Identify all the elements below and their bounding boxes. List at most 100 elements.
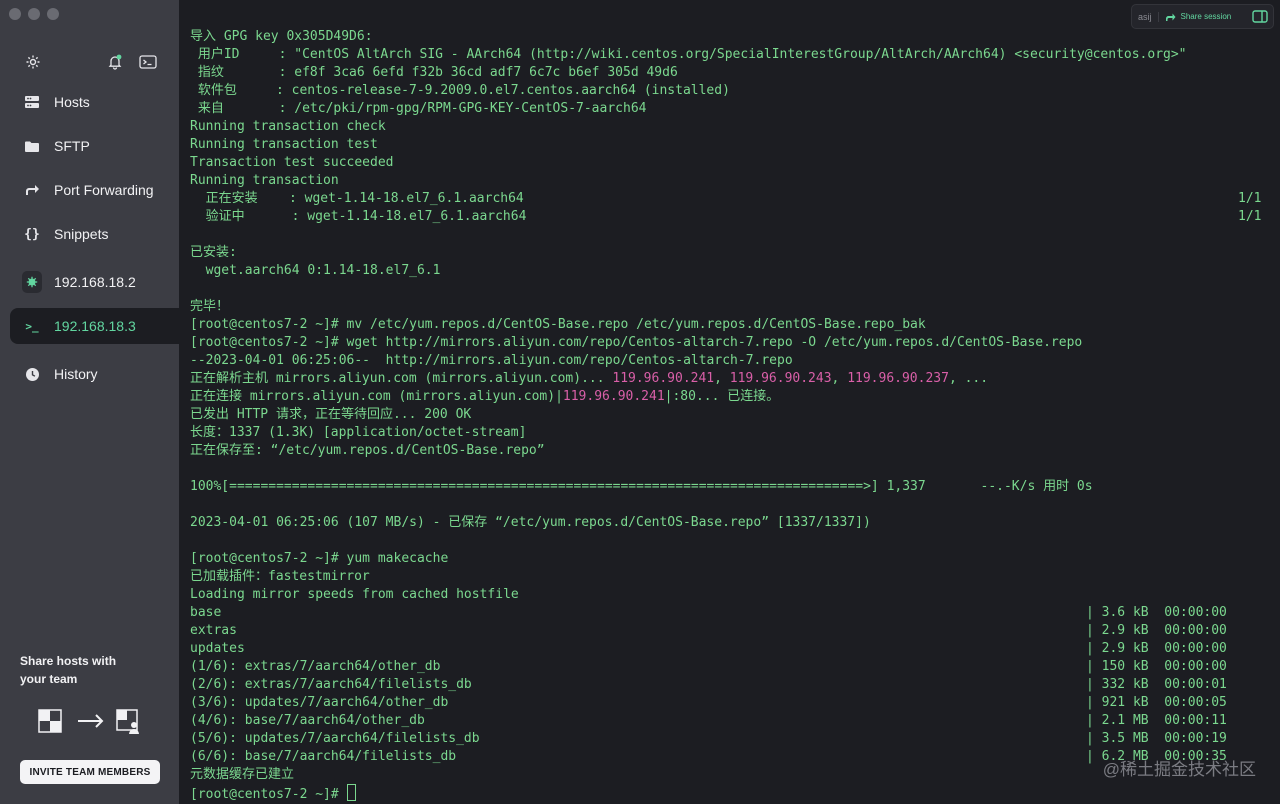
terminal-line-text: 2023-04-01 06:25:06 (107 MB/s) - 已保存 “/e… [190,515,871,530]
terminal-line: (3/6): updates/7/aarch64/other_db | 921 k… [190,694,1270,712]
terminal-cursor [346,784,356,801]
notification-bell-icon[interactable] [106,53,124,71]
session-toolbar: asij Share session [1131,4,1274,29]
ip-separator: , [714,371,730,386]
zoom-window-button[interactable] [47,8,59,20]
port-forwarding-icon [22,180,42,200]
ip-address: 119.96.90.237 [847,371,949,386]
terminal-line: [root@centos7-2 ~]# wget http://mirrors.… [190,334,1270,352]
sidebar-item-label: 192.168.18.3 [54,318,136,334]
terminal-line-text: 来自 : /etc/pki/rpm-gpg/RPM-GPG-KEY-CentOS… [190,101,647,116]
ip-separator: , [831,371,848,386]
terminal-line-text: 正在连接 mirrors.aliyun.com (mirrors.aliyun.… [190,389,563,404]
terminal-right-column: | 3.5 MB 00:00:19 [1086,731,1227,746]
share-arrow-icon [1165,13,1176,21]
terminal-line-text: Transaction test succeeded [190,155,394,170]
resolve-tail: , ... [948,371,989,386]
share-session-button[interactable]: Share session [1159,12,1238,22]
terminal-line: 2023-04-01 06:25:06 (107 MB/s) - 已保存 “/e… [190,514,1270,532]
share-hosts-illustration [38,709,143,735]
terminal-line: [root@centos7-2 ~]# mv /etc/yum.repos.d/… [190,316,1270,334]
terminal-line-text: (3/6): updates/7/aarch64/other_db [190,695,449,710]
sidebar-item-label: 192.168.18.2 [54,274,136,290]
terminal-line: (1/6): extras/7/aarch64/other_db | 150 kB… [190,658,1270,676]
session-user: asij [1132,11,1159,22]
sidebar-item-label: Hosts [54,94,90,110]
terminal-line: 已加载插件：fastestmirror [190,568,1270,586]
terminal-line-text: base [190,605,222,620]
terminal-line-text: wget.aarch64 0:1.14-18.el7_6.1 [190,263,441,278]
sidebar-item-sftp[interactable]: SFTP [10,128,179,164]
terminal-line-text: (4/6): base/7/aarch64/other_db [190,713,425,728]
close-window-button[interactable] [9,8,21,20]
terminal-line: 导入 GPG key 0x305D49D6: [190,28,1270,46]
settings-icon[interactable] [24,53,42,71]
terminal-line: [root@centos7-2 ~]# [190,784,1270,802]
terminal-line-text: [root@centos7-2 ~]# yum makecache [190,551,449,566]
terminal-right-column: | 2.9 kB 00:00:00 [1086,623,1227,638]
terminal-line-text: 已发出 HTTP 请求，正在等待回应... 200 OK [190,407,472,422]
invite-team-members-button[interactable]: INVITE TEAM MEMBERS [20,760,160,784]
terminal-line-text: Loading mirror speeds from cached hostfi… [190,587,519,602]
terminal-line: extras | 2.9 kB 00:00:00 [190,622,1270,640]
terminal-line: 已发出 HTTP 请求，正在等待回应... 200 OK [190,406,1270,424]
terminal-line-text: 软件包 : centos-release-7-9.2009.0.el7.cent… [190,83,730,98]
terminal-line: Loading mirror speeds from cached hostfi… [190,586,1270,604]
terminal-right-column: 1/1 [1238,191,1262,206]
sidebar-item-hosts[interactable]: Hosts [10,84,179,120]
terminal-line: (5/6): updates/7/aarch64/filelists_db | 3… [190,730,1270,748]
terminal-line-text: 已加载插件：fastestmirror [190,569,370,584]
terminal-line-text: 用户ID : "CentOS AltArch SIG - AArch64 (ht… [190,47,1187,62]
terminal-line-text: 元数据缓存已建立 [190,767,295,782]
terminal-line: 正在连接 mirrors.aliyun.com (mirrors.aliyun.… [190,388,1270,406]
terminal-line: 正在解析主机 mirrors.aliyun.com (mirrors.aliyu… [190,370,1270,388]
hosts-icon [22,92,42,112]
sidebar-item-host-192-168-18-2[interactable]: 192.168.18.2 [10,264,179,300]
terminal-line-text: updates [190,641,245,656]
terminal-line-text: Running transaction [190,173,339,188]
terminal-line: 已安装: [190,244,1270,262]
terminal-line-text: 长度：1337 (1.3K) [application/octet-stream… [190,425,527,440]
terminal-right-column: | 3.6 kB 00:00:00 [1086,605,1227,620]
terminal-line: wget.aarch64 0:1.14-18.el7_6.1 [190,262,1270,280]
terminal-right-column: | 2.1 MB 00:00:11 [1086,713,1227,728]
terminal-line-text: 验证中 : wget-1.14-18.el7_6.1.aarch64 [190,209,527,224]
sidebar-item-history[interactable]: History [10,356,179,392]
terminal-line-text: 正在保存至: “/etc/yum.repos.d/CentOS-Base.rep… [190,443,545,458]
watermark: @稀土掘金技术社区 [1102,760,1256,779]
terminal-line: 来自 : /etc/pki/rpm-gpg/RPM-GPG-KEY-CentOS… [190,100,1270,118]
terminal-line-text: 指纹 : ef8f 3ca6 6efd f32b 36cd adf7 6c7c … [190,65,678,80]
terminal-line-text: [root@centos7-2 ~]# mv /etc/yum.repos.d/… [190,317,926,332]
connect-tail: |:80... 已连接。 [664,389,780,404]
terminal-line: 100%[===================================… [190,478,1270,496]
minimize-window-button[interactable] [28,8,40,20]
share-hosts-text: Share hosts with your team [20,654,117,686]
terminal-line-text: 已安装: [190,245,237,260]
snippets-icon: {} [24,226,40,242]
terminal-right-column: | 921 kB 00:00:05 [1086,695,1227,710]
terminal-line: (2/6): extras/7/aarch64/filelists_db | 33… [190,676,1270,694]
terminal-line-text: (6/6): base/7/aarch64/filelists_db [190,749,457,764]
terminal-line: Running transaction check [190,118,1270,136]
terminal-line: Transaction test succeeded [190,154,1270,172]
terminal-pane[interactable]: asij Share session 导入 GPG key 0x305D49D6… [179,0,1280,804]
sidebar-item-port-forwarding[interactable]: Port Forwarding [10,172,179,208]
sidebar-item-label: Snippets [54,226,109,242]
sidebar-item-snippets[interactable]: {} Snippets [10,216,179,252]
terminal-icon[interactable] [139,53,157,71]
history-icon [22,364,42,384]
sidebar-item-host-192-168-18-3[interactable]: >_ 192.168.18.3 [10,308,179,344]
terminal-right-column: | 2.9 kB 00:00:00 [1086,641,1227,656]
split-pane-icon[interactable] [1252,10,1268,24]
terminal-output: 导入 GPG key 0x305D49D6: 用户ID : "CentOS Al… [190,28,1270,802]
terminal-line-text: Running transaction test [190,137,378,152]
terminal-right-column: | 150 kB 00:00:00 [1086,659,1227,674]
sidebar: Hosts SFTP Port Forwarding {} Snippets 1… [0,0,179,804]
terminal-line: 验证中 : wget-1.14-18.el7_6.1.aarch64 1/1 [190,208,1270,226]
terminal-line: (4/6): base/7/aarch64/other_db | 2.1 MB 0… [190,712,1270,730]
terminal-line: 正在安装 : wget-1.14-18.el7_6.1.aarch64 1/1 [190,190,1270,208]
